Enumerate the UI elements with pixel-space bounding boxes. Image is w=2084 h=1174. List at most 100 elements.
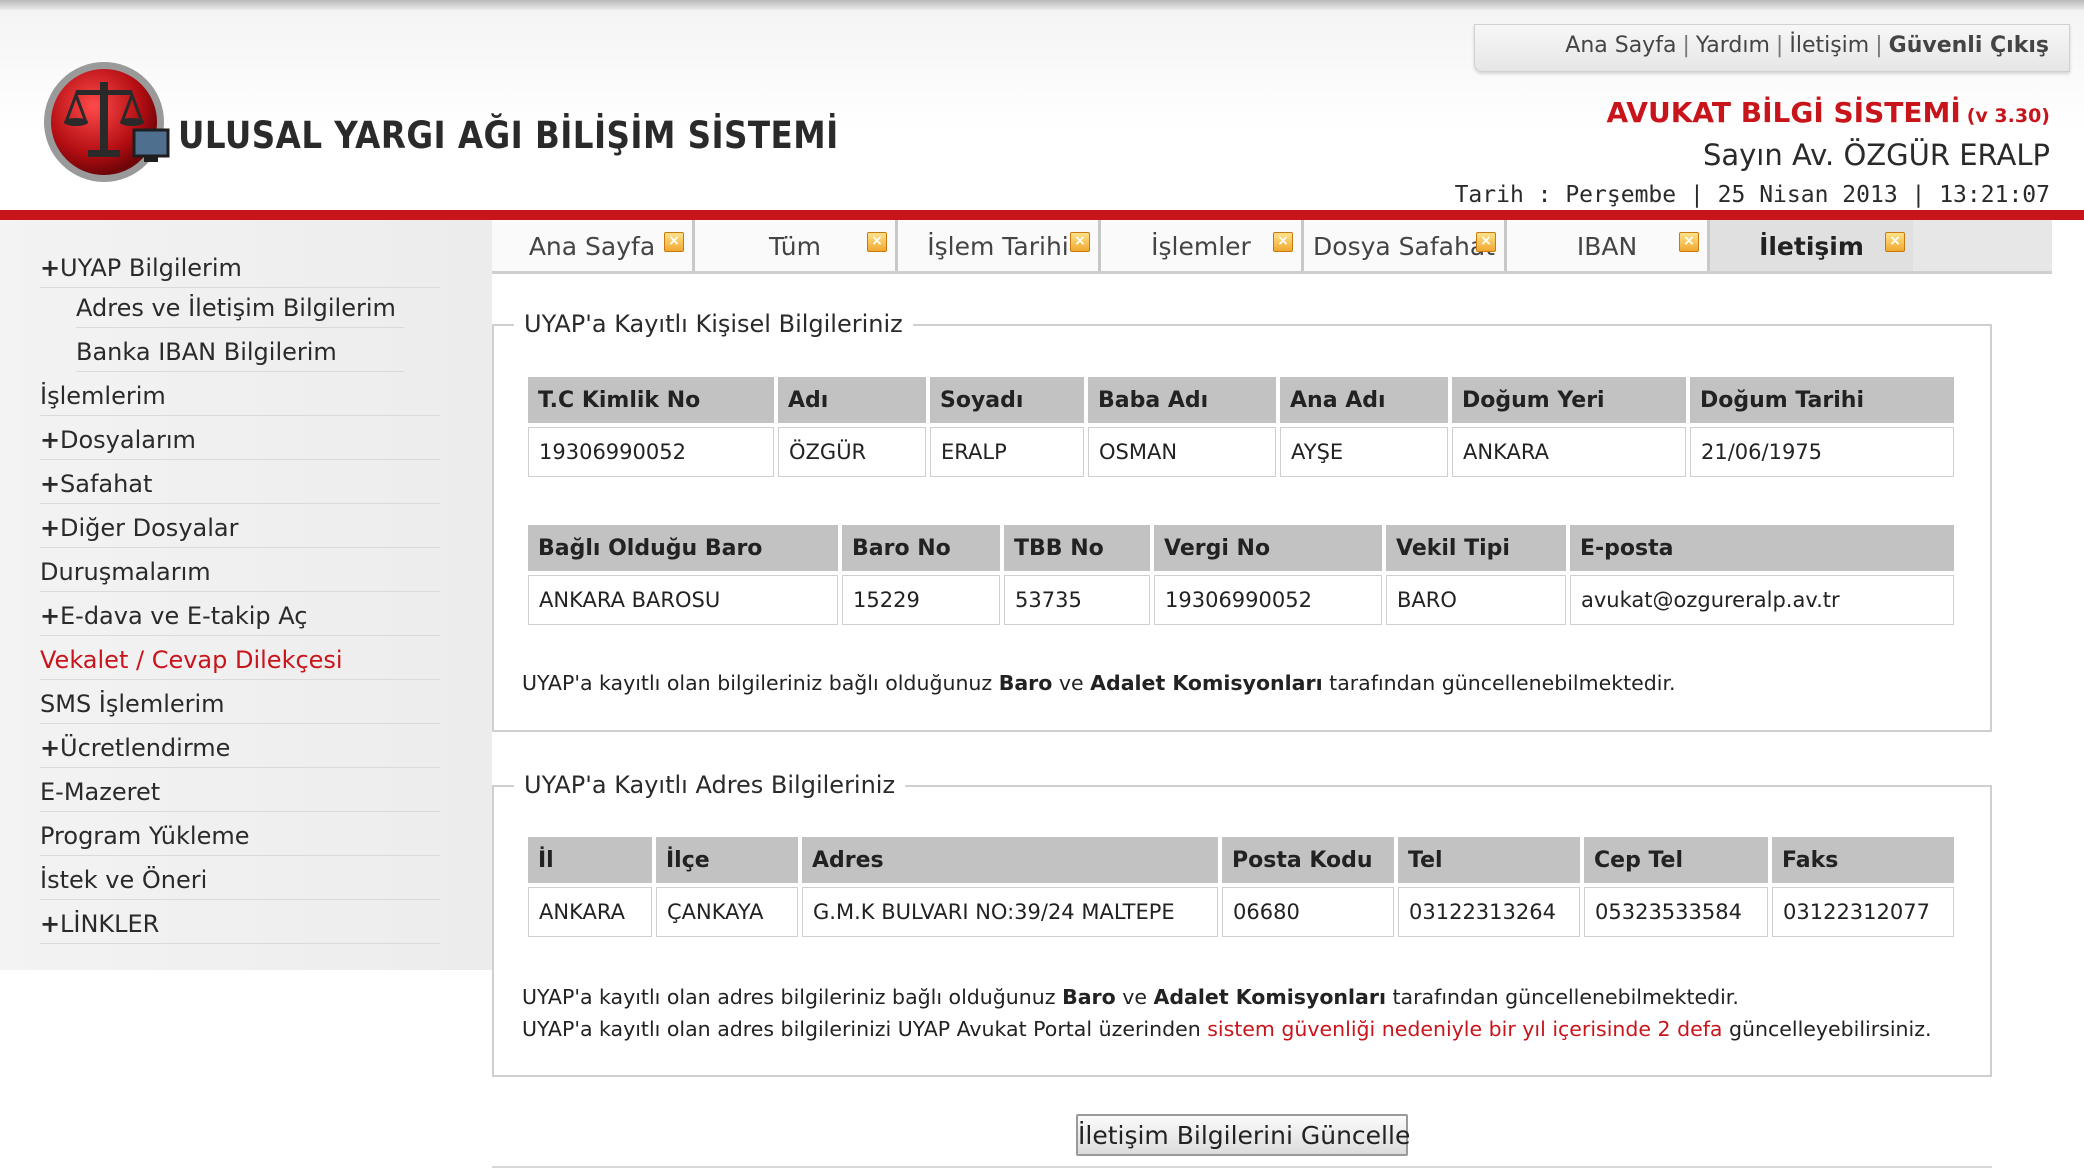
sidebar-item-durusmalarim[interactable]: Duruşmalarım [40,548,440,592]
sidebar-item-banka-iban[interactable]: Banka IBAN Bilgilerim [76,328,404,372]
top-links-bar: Ana Sayfa | Yardım | İletişim | Güvenli Çıkış [1474,24,2070,72]
table-cell: ERALP [930,427,1084,477]
tab-iletisim[interactable]: İletişim × [1710,220,1913,271]
sidebar-item-label: Vekalet / Cevap Dilekçesi [40,646,343,674]
sidebar-item-dosyalarim[interactable]: +Dosyalarım [40,416,440,460]
column-header: Cep Tel [1584,837,1768,883]
sidebar-item-label: Adres ve İletişim Bilgilerim [76,294,396,322]
column-header: Bağlı Olduğu Baro [528,525,838,571]
table-row: ANKARA ÇANKAYA G.M.K BULVARI NO:39/24 MA… [528,887,1954,937]
table-cell: G.M.K BULVARI NO:39/24 MALTEPE [802,887,1218,937]
sidebar-item-label: İstek ve Öneri [40,866,208,894]
sidebar-item-label: E-Mazeret [40,778,161,806]
sidebar-item-ucretlendirme[interactable]: +Ücretlendirme [40,724,440,768]
sidebar-item-uyap-bilgilerim[interactable]: +UYAP Bilgilerim [40,244,440,288]
sidebar-item-label: Ücretlendirme [60,734,231,762]
close-icon[interactable]: × [1476,232,1496,252]
note-bold-text: Adalet Komisyonları [1153,985,1386,1009]
column-header: Doğum Tarihi [1690,377,1954,423]
close-icon[interactable]: × [1070,232,1090,252]
table-header-row: Bağlı Olduğu Baro Baro No TBB No Vergi N… [528,525,1954,571]
sidebar-item-label: Safahat [60,470,153,498]
sidebar-item-program-yukleme[interactable]: Program Yükleme [40,812,440,856]
close-icon[interactable]: × [1273,232,1293,252]
sidebar-item-label: Diğer Dosyalar [60,514,239,542]
sidebar-item-sms-islemlerim[interactable]: SMS İşlemlerim [40,680,440,724]
table-header-row: İl İlçe Adres Posta Kodu Tel Cep Tel Fak… [528,837,1954,883]
close-icon[interactable]: × [664,232,684,252]
table-cell: ÇANKAYA [656,887,798,937]
close-icon[interactable]: × [1885,232,1905,252]
column-header: E-posta [1570,525,1954,571]
column-header: Tel [1398,837,1580,883]
tab-label: İşlem Tarihi [927,232,1069,261]
tab-dosya-safahat[interactable]: Dosya Safahat × [1304,220,1507,271]
column-header: Doğum Yeri [1452,377,1686,423]
app-title: AVUKAT BİLGİ SİSTEMİ (v 3.30) [1607,96,2050,129]
table-cell: 53735 [1004,575,1150,625]
tab-islem-tarihi[interactable]: İşlem Tarihi × [898,220,1101,271]
top-link-contact[interactable]: İletişim [1789,33,1869,58]
sidebar-item-e-mazeret[interactable]: E-Mazeret [40,768,440,812]
note-text: ve [1115,985,1154,1009]
sidebar-item-linkler[interactable]: +LİNKLER [40,900,440,944]
address-note-2: UYAP'a kayıtlı olan adres bilgilerinizi … [522,1017,1932,1041]
note-text: UYAP'a kayıtlı olan adres bilgileriniz b… [522,985,1063,1009]
column-header: Adı [778,377,926,423]
note-text: ve [1052,671,1091,695]
tab-ana-sayfa[interactable]: Ana Sayfa × [492,220,695,271]
expand-plus-icon: + [40,470,61,498]
tab-label: Ana Sayfa [528,232,656,261]
column-header: Faks [1772,837,1954,883]
column-header: Soyadı [930,377,1084,423]
personal-info-legend: UYAP'a Kayıtlı Kişisel Bilgileriniz [514,310,913,338]
top-stripe [0,0,2084,10]
uyap-logo-icon [44,62,170,182]
sidebar-item-adres-iletisim[interactable]: Adres ve İletişim Bilgilerim [76,284,404,328]
separator: | [1875,33,1883,58]
close-icon[interactable]: × [867,232,887,252]
sidebar-item-safahat[interactable]: +Safahat [40,460,440,504]
top-link-help[interactable]: Yardım [1696,33,1770,58]
sidebar-item-edava-etakip[interactable]: +E-dava ve E-takip Aç [40,592,440,636]
address-info-legend: UYAP'a Kayıtlı Adres Bilgileriniz [514,771,906,799]
sidebar-item-diger-dosyalar[interactable]: +Diğer Dosyalar [40,504,440,548]
expand-plus-icon: + [40,910,61,938]
table-cell: 21/06/1975 [1690,427,1954,477]
header-red-bar [0,210,2084,220]
top-link-home[interactable]: Ana Sayfa [1565,33,1676,58]
column-header: T.C Kimlik No [528,377,774,423]
note-text: UYAP'a kayıtlı olan adres bilgilerinizi … [522,1017,1208,1041]
close-icon[interactable]: × [1679,232,1699,252]
table-cell: avukat@ozgureralp.av.tr [1570,575,1954,625]
note-warning-text: sistem güvenliği nedeniyle bir yıl içeri… [1207,1017,1723,1041]
update-contact-button[interactable]: İletişim Bilgilerini Güncelle [1076,1114,1410,1156]
table-cell: AYŞE [1280,427,1448,477]
tab-iban[interactable]: IBAN × [1507,220,1710,271]
date-time: Tarih : Perşembe | 25 Nisan 2013 | 13:21… [1454,182,2050,208]
tab-tum[interactable]: Tüm × [695,220,898,271]
app-version: (v 3.30) [1966,105,2050,127]
separator: | [1682,33,1690,58]
table-cell: ANKARA [528,887,652,937]
user-greeting: Sayın Av. ÖZGÜR ERALP [1702,138,2050,172]
column-header: İlçe [656,837,798,883]
column-header: Baro No [842,525,1000,571]
column-header: İl [528,837,652,883]
system-name: ULUSAL YARGI AĞI BİLİŞİM SİSTEMİ [178,114,839,157]
column-header: Vergi No [1154,525,1382,571]
sidebar-item-label: Program Yükleme [40,822,250,850]
sidebar-item-label: LİNKLER [60,910,160,938]
sidebar-item-istek-oneri[interactable]: İstek ve Öneri [40,856,440,900]
table-cell: 03122313264 [1398,887,1580,937]
top-link-logout[interactable]: Güvenli Çıkış [1889,33,2049,58]
expand-plus-icon: + [40,426,61,454]
address-note-1: UYAP'a kayıtlı olan adres bilgileriniz b… [522,985,1739,1009]
note-text: UYAP'a kayıtlı olan bilgileriniz bağlı o… [522,671,999,695]
sidebar-item-vekalet-cevap[interactable]: Vekalet / Cevap Dilekçesi [40,636,440,680]
sidebar-item-islemlerim[interactable]: İşlemlerim [40,372,440,416]
tab-islemler[interactable]: İşlemler × [1101,220,1304,271]
table-row: ANKARA BAROSU 15229 53735 19306990052 BA… [528,575,1954,625]
table-cell: 06680 [1222,887,1394,937]
sidebar-item-label: Banka IBAN Bilgilerim [76,338,337,366]
